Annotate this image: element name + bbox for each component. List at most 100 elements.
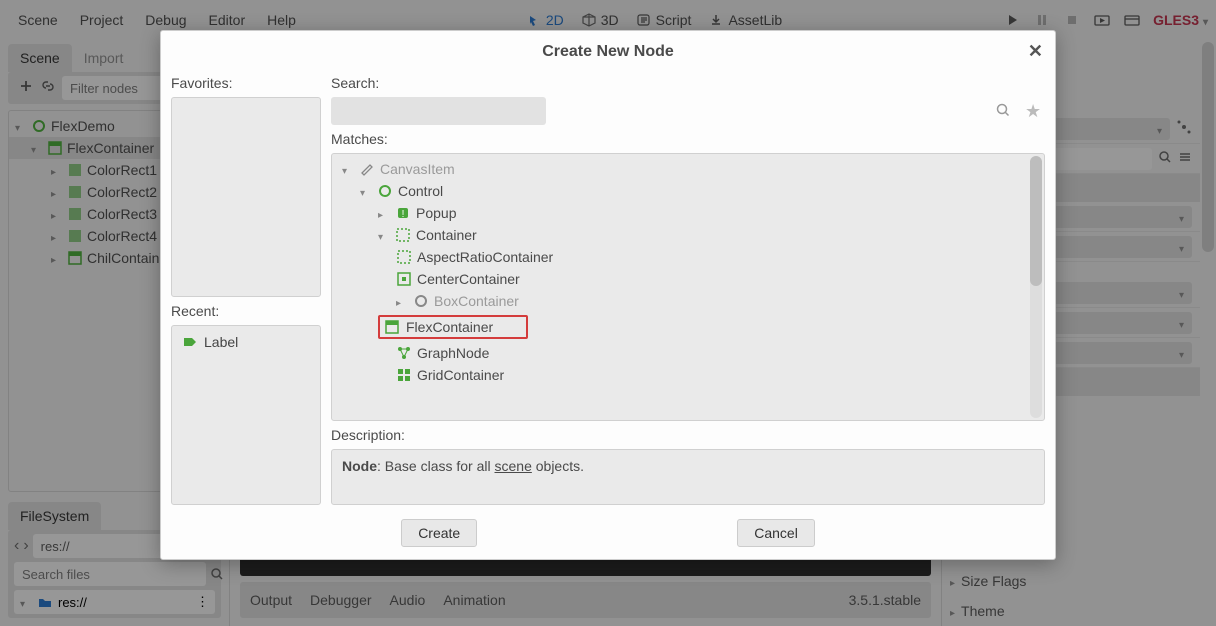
bottom-tab-audio[interactable]: Audio (390, 592, 426, 608)
match-control[interactable]: Control (332, 180, 1044, 202)
container-icon (47, 140, 63, 156)
menu-scene[interactable]: Scene (8, 6, 68, 34)
play-scene-icon[interactable] (1093, 11, 1111, 29)
collapse-icon[interactable] (31, 140, 43, 156)
create-button[interactable]: Create (401, 519, 477, 547)
favorites-label: Favorites: (171, 73, 321, 93)
tree-node-label: FlexContainer (67, 140, 154, 156)
chevron-down-icon (1203, 12, 1208, 28)
workspace-3d-tab[interactable]: 3D (574, 8, 627, 32)
recent-item[interactable]: Label (176, 330, 316, 354)
canvasitem-icon (359, 161, 375, 177)
inspector-props-icon[interactable] (1176, 119, 1192, 138)
play-custom-scene-icon[interactable] (1123, 11, 1141, 29)
expand-icon[interactable] (51, 162, 63, 178)
search-label: Search: (331, 73, 1045, 93)
tree-node-label: FlexDemo (51, 118, 115, 134)
chevron-down-icon (1157, 121, 1162, 137)
inspector-group-label: Theme (961, 603, 1192, 619)
collapse-icon[interactable] (378, 227, 390, 243)
add-node-icon[interactable] (18, 78, 34, 99)
match-label: Control (398, 183, 443, 199)
match-label: GridContainer (417, 367, 504, 383)
expand-icon[interactable] (51, 184, 63, 200)
match-canvasitem[interactable]: CanvasItem (332, 158, 1044, 180)
favorite-star-icon[interactable]: ★ (1025, 101, 1045, 122)
tab-import[interactable]: Import (72, 44, 136, 72)
popup-icon: ! (395, 205, 411, 221)
pause-icon[interactable] (1033, 11, 1051, 29)
stop-icon[interactable] (1063, 11, 1081, 29)
workspace-script-tab[interactable]: Script (629, 8, 700, 32)
workspace-script-label: Script (656, 12, 692, 28)
match-label: Popup (416, 205, 456, 221)
search-input[interactable] (331, 97, 546, 125)
script-icon (637, 13, 651, 27)
workspace-2d-tab[interactable]: 2D (519, 8, 572, 32)
match-gridcontainer[interactable]: GridContainer (332, 364, 1044, 386)
description-scene-link[interactable]: scene (495, 458, 532, 474)
expand-icon[interactable] (396, 293, 408, 309)
cursor-2d-icon (527, 13, 541, 27)
settings-icon[interactable] (1178, 150, 1192, 167)
workspace-assetlib-tab[interactable]: AssetLib (701, 8, 790, 32)
inspector-group-theme[interactable]: Theme (942, 596, 1200, 626)
bottom-tab-debugger[interactable]: Debugger (310, 592, 372, 608)
bottom-panel: Output Debugger Audio Animation 3.5.1.st… (240, 582, 931, 618)
tree-node-label: ColorRect1 (87, 162, 157, 178)
search-icon[interactable] (210, 563, 224, 585)
description-text1: : Base class for all (377, 458, 495, 474)
container-icon (395, 227, 411, 243)
expand-icon[interactable] (51, 228, 63, 244)
download-icon (709, 13, 723, 27)
control-icon (377, 183, 393, 199)
match-label: Container (416, 227, 477, 243)
bottom-tab-output[interactable]: Output (250, 592, 292, 608)
workspace-3d-label: 3D (601, 12, 619, 28)
tab-filesystem[interactable]: FileSystem (8, 502, 101, 530)
nav-fwd-icon[interactable]: › (23, 535, 28, 557)
match-container[interactable]: Container (332, 224, 1044, 246)
matches-tree[interactable]: CanvasItem Control ! Popup (331, 153, 1045, 421)
boxcontainer-icon (413, 293, 429, 309)
close-icon[interactable]: ✕ (1028, 41, 1043, 62)
match-aspectratiocontainer[interactable]: AspectRatioContainer (332, 246, 1044, 268)
match-graphnode[interactable]: GraphNode (332, 342, 1044, 364)
expand-icon (950, 573, 955, 589)
match-flexcontainer[interactable]: FlexContainer (332, 312, 1044, 342)
match-boxcontainer[interactable]: BoxContainer (332, 290, 1044, 312)
description-text2: objects. (532, 458, 584, 474)
link-icon[interactable] (40, 78, 56, 99)
match-label: FlexContainer (406, 319, 493, 335)
menu-project[interactable]: Project (70, 6, 134, 34)
play-icon[interactable] (1003, 11, 1021, 29)
collapse-icon[interactable] (15, 118, 27, 134)
fs-more-icon[interactable]: ⋮ (196, 594, 209, 610)
collapse-icon[interactable] (360, 183, 372, 199)
matches-scrollbar[interactable] (1030, 156, 1042, 418)
graphnode-icon (396, 345, 412, 361)
tab-scene[interactable]: Scene (8, 44, 72, 72)
collapse-icon[interactable] (20, 595, 32, 610)
collapse-icon[interactable] (342, 161, 354, 177)
nav-back-icon[interactable]: ‹ (14, 535, 19, 557)
cancel-button[interactable]: Cancel (737, 519, 815, 547)
inspector-group-sizeflags[interactable]: Size Flags (942, 566, 1200, 596)
match-popup[interactable]: ! Popup (332, 202, 1044, 224)
match-label: CanvasItem (380, 161, 455, 177)
expand-icon[interactable] (378, 205, 390, 221)
expand-icon[interactable] (51, 206, 63, 222)
search-icon[interactable] (1158, 150, 1172, 167)
recent-panel[interactable]: Label (171, 325, 321, 505)
folder-icon (38, 595, 52, 609)
fs-search-input[interactable] (14, 562, 206, 586)
favorites-panel[interactable] (171, 97, 321, 297)
dialog-title-label: Create New Node (542, 43, 674, 61)
bottom-tab-animation[interactable]: Animation (443, 592, 505, 608)
inspector-scrollbar[interactable] (1200, 40, 1216, 626)
cube-3d-icon (582, 13, 596, 27)
renderer-selector[interactable]: GLES3 (1153, 12, 1208, 28)
colorrect-icon (67, 162, 83, 178)
match-centercontainer[interactable]: CenterContainer (332, 268, 1044, 290)
expand-icon[interactable] (51, 250, 63, 266)
